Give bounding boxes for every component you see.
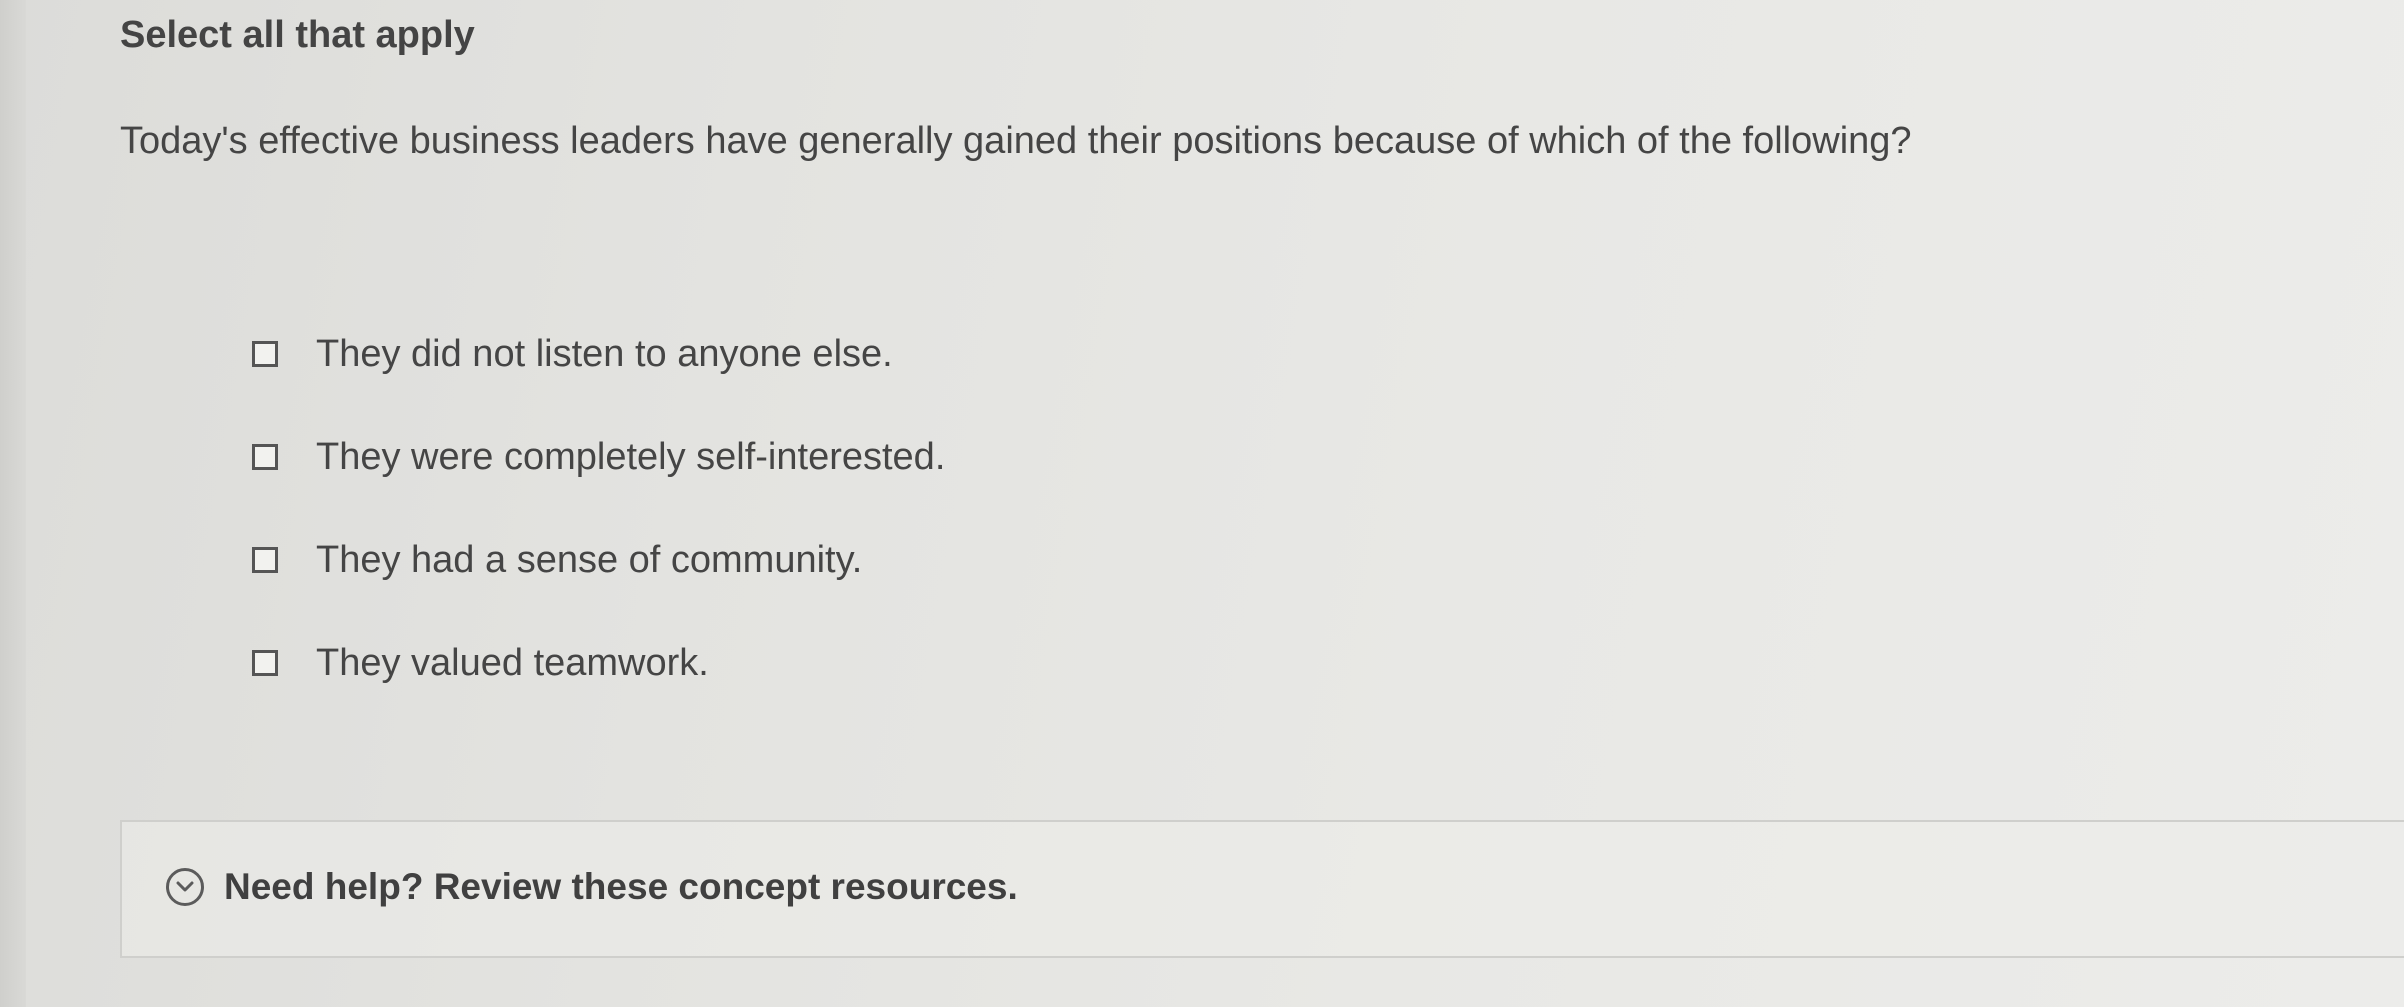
option-3-checkbox[interactable] — [252, 547, 278, 573]
option-1-label[interactable]: They did not listen to anyone else. — [316, 333, 893, 376]
answer-options-list: They did not listen to anyone else. They… — [252, 324, 945, 736]
option-3-label[interactable]: They had a sense of community. — [316, 539, 862, 582]
page-left-edge — [0, 0, 26, 1007]
chevron-down-circle-icon[interactable] — [166, 868, 204, 906]
option-4-label[interactable]: They valued teamwork. — [316, 642, 709, 685]
question-prompt: Today's effective business leaders have … — [120, 120, 1912, 162]
option-4-checkbox[interactable] — [252, 650, 278, 676]
option-2-checkbox[interactable] — [252, 444, 278, 470]
concept-resources-label[interactable]: Need help? Review these concept resource… — [224, 866, 1018, 908]
concept-resources-toggle[interactable]: Need help? Review these concept resource… — [166, 866, 1018, 908]
question-instruction: Select all that apply — [120, 14, 475, 56]
answer-option-1[interactable]: They did not listen to anyone else. — [252, 324, 945, 384]
answer-option-4[interactable]: They valued teamwork. — [252, 633, 945, 693]
concept-resources-panel: Need help? Review these concept resource… — [120, 820, 2404, 958]
option-1-checkbox[interactable] — [252, 341, 278, 367]
option-2-label[interactable]: They were completely self-interested. — [316, 436, 945, 479]
answer-option-2[interactable]: They were completely self-interested. — [252, 427, 945, 487]
answer-option-3[interactable]: They had a sense of community. — [252, 530, 945, 590]
